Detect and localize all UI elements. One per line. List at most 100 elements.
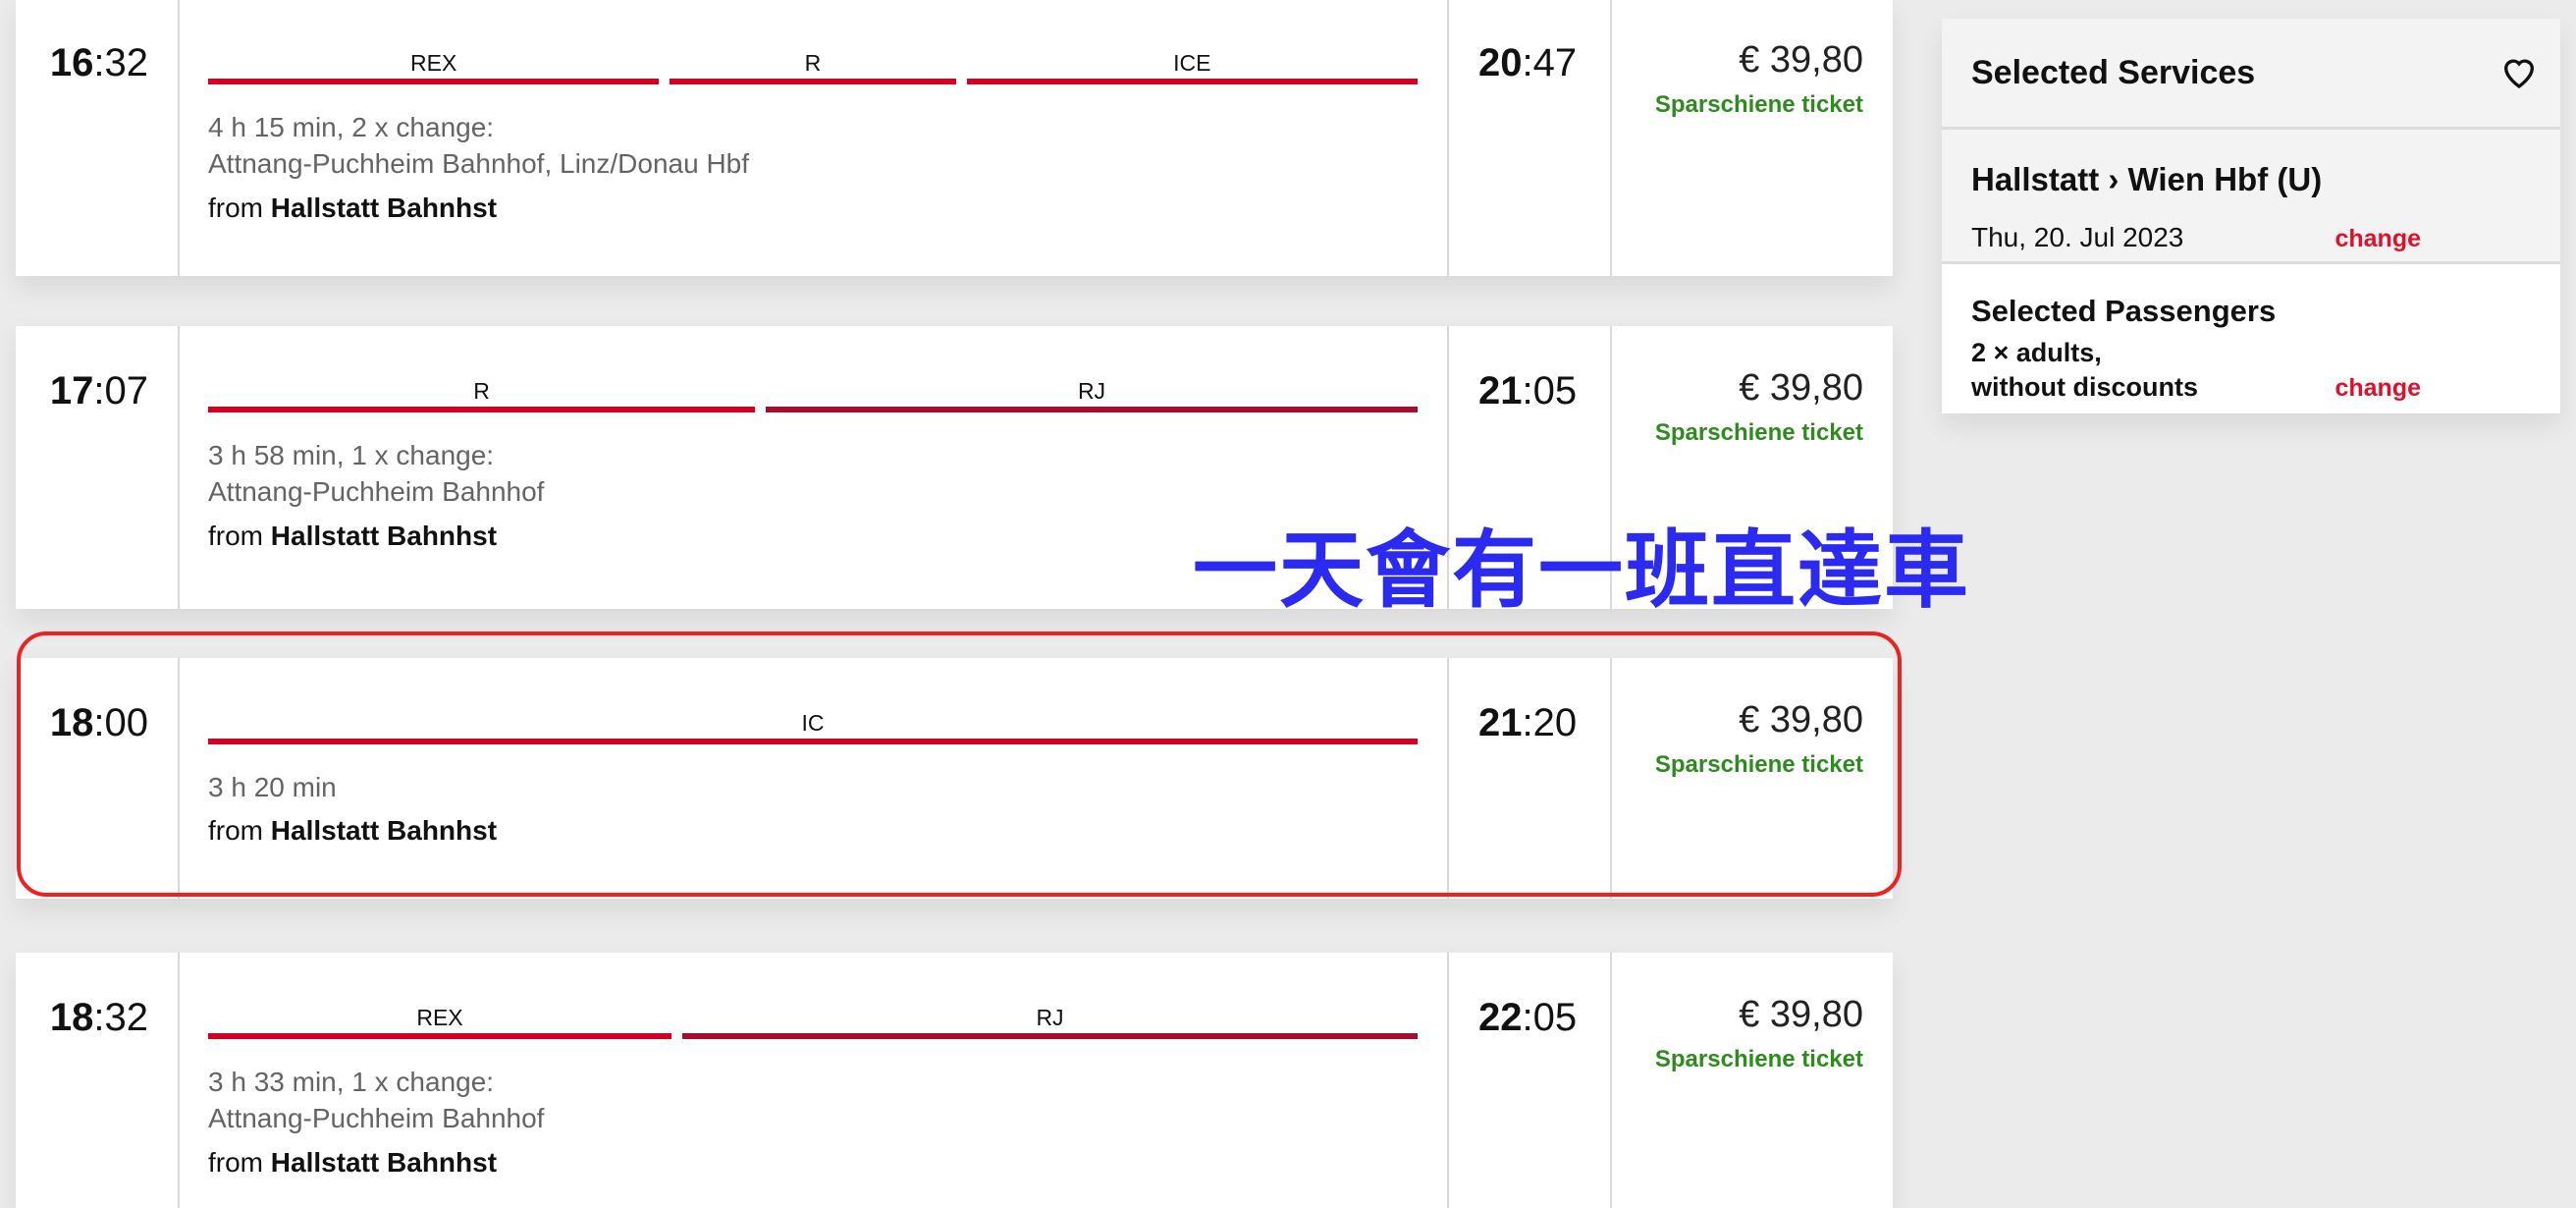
duration-text: 4 h 15 min, 2 x change: bbox=[208, 112, 495, 142]
duration-text: 3 h 20 min bbox=[208, 772, 337, 802]
passengers-count: 2 × adults, bbox=[1971, 338, 2102, 367]
trip-info: 3 h 58 min, 1 x change: Attnang-Puchheim… bbox=[208, 437, 544, 510]
change-stations: Attnang-Puchheim Bahnhof, Linz/Donau Hbf bbox=[208, 148, 750, 179]
train-type-label: REX bbox=[416, 1005, 463, 1030]
trip-info: 3 h 20 min bbox=[208, 769, 337, 805]
heart-icon[interactable] bbox=[2499, 52, 2539, 91]
panel-title: Selected Services bbox=[1971, 54, 2256, 91]
arrival-time: 21:20 bbox=[1478, 701, 1577, 745]
departure-station: from Hallstatt Bahnhst bbox=[208, 521, 497, 552]
departure-minute: :00 bbox=[93, 701, 148, 744]
arrival-column: 20:47 bbox=[1447, 0, 1612, 276]
passengers-section: Selected Passengers 2 × adults, without … bbox=[1942, 264, 2560, 413]
price: € 39,80 bbox=[1739, 994, 1863, 1035]
departure-minute: :32 bbox=[93, 996, 148, 1039]
train-type-label: R bbox=[473, 378, 490, 404]
from-prefix: from bbox=[208, 192, 263, 223]
change-passengers-link[interactable]: change bbox=[2334, 374, 2421, 403]
arrival-hour: 20 bbox=[1478, 41, 1523, 84]
station-name: Hallstatt Bahnhst bbox=[270, 1147, 498, 1178]
train-segment: RJ bbox=[766, 375, 1418, 412]
departure-time: 18:32 bbox=[50, 996, 148, 1040]
segment-bar bbox=[670, 79, 956, 84]
change-date-link[interactable]: change bbox=[2334, 225, 2421, 253]
annotation-text: 一天會有一班直達車 bbox=[1193, 521, 1970, 620]
segment-bar bbox=[208, 1033, 671, 1039]
train-type-label: ICE bbox=[1173, 50, 1211, 76]
trip-info: 3 h 33 min, 1 x change: Attnang-Puchheim… bbox=[208, 1064, 544, 1136]
panel-header: Selected Services bbox=[1942, 19, 2560, 130]
ticket-type: Sparschiene ticket bbox=[1654, 751, 1863, 778]
arrival-time: 21:05 bbox=[1478, 369, 1577, 413]
trip-info: 4 h 15 min, 2 x change: Attnang-Puchheim… bbox=[208, 109, 749, 182]
arrival-minute: :05 bbox=[1522, 369, 1578, 412]
train-type-label: RJ bbox=[1036, 1005, 1064, 1030]
departure-minute: :32 bbox=[93, 41, 148, 84]
duration-text: 3 h 33 min, 1 x change: bbox=[208, 1067, 495, 1097]
departure-column: 18:00 bbox=[16, 658, 180, 899]
train-segment: R bbox=[670, 47, 956, 84]
price-box[interactable]: € 39,80 Sparschiene ticket bbox=[1655, 994, 1863, 1073]
change-stations: Attnang-Puchheim Bahnhof bbox=[208, 1103, 545, 1133]
arrival-time: 22:05 bbox=[1478, 996, 1577, 1040]
passengers-discounts: without discounts bbox=[1971, 372, 2198, 402]
departure-station: from Hallstatt Bahnhst bbox=[208, 815, 497, 847]
departure-station: from Hallstatt Bahnhst bbox=[208, 1147, 497, 1179]
segment-bar bbox=[208, 739, 1418, 744]
train-segments: IC bbox=[208, 707, 1418, 744]
change-stations: Attnang-Puchheim Bahnhof bbox=[208, 476, 545, 507]
departure-station: from Hallstatt Bahnhst bbox=[208, 192, 497, 224]
departure-time: 18:00 bbox=[50, 701, 148, 745]
departure-hour: 16 bbox=[49, 41, 94, 84]
departure-column: 16:32 bbox=[16, 0, 180, 276]
train-segments: R RJ bbox=[208, 375, 1418, 412]
departure-hour: 18 bbox=[49, 701, 94, 744]
arrival-column: 22:05 bbox=[1447, 953, 1612, 1208]
selected-services-panel: Selected Services Hallstatt › Wien Hbf (… bbox=[1942, 19, 2560, 413]
price-box[interactable]: € 39,80 Sparschiene ticket bbox=[1655, 39, 1863, 119]
station-name: Hallstatt Bahnhst bbox=[270, 521, 498, 551]
price: € 39,80 bbox=[1739, 39, 1863, 81]
train-type-label: IC bbox=[801, 710, 825, 736]
station-name: Hallstatt Bahnhst bbox=[270, 815, 498, 846]
price: € 39,80 bbox=[1739, 699, 1863, 741]
connection-card[interactable]: 16:32 REX R ICE 4 h 15 min, 2 x change: … bbox=[16, 0, 1893, 276]
arrival-minute: :47 bbox=[1522, 41, 1578, 84]
from-prefix: from bbox=[208, 1147, 263, 1178]
departure-hour: 17 bbox=[49, 369, 94, 412]
ticket-type: Sparschiene ticket bbox=[1654, 1046, 1863, 1072]
departure-time: 17:07 bbox=[50, 369, 148, 413]
arrival-minute: :20 bbox=[1522, 701, 1578, 744]
price: € 39,80 bbox=[1739, 367, 1863, 409]
from-prefix: from bbox=[208, 815, 263, 846]
arrival-hour: 21 bbox=[1478, 369, 1523, 412]
train-segment: IC bbox=[208, 707, 1418, 744]
segment-bar bbox=[208, 79, 660, 84]
train-segments: REX RJ bbox=[208, 1002, 1418, 1039]
train-segment: REX bbox=[208, 47, 660, 84]
route-section: Hallstatt › Wien Hbf (U) Thu, 20. Jul 20… bbox=[1942, 130, 2560, 264]
train-type-label: R bbox=[804, 50, 822, 76]
departure-time: 16:32 bbox=[50, 41, 148, 85]
departure-column: 18:32 bbox=[16, 953, 180, 1208]
departure-minute: :07 bbox=[93, 369, 148, 412]
arrival-column: 21:20 bbox=[1447, 658, 1612, 899]
from-prefix: from bbox=[208, 521, 263, 551]
train-type-label: RJ bbox=[1077, 378, 1106, 404]
price-box[interactable]: € 39,80 Sparschiene ticket bbox=[1655, 367, 1863, 447]
travel-date: Thu, 20. Jul 2023 bbox=[1971, 222, 2184, 252]
segment-bar bbox=[766, 407, 1418, 412]
segment-bar bbox=[682, 1033, 1418, 1039]
train-segment: R bbox=[208, 375, 755, 412]
segment-bar bbox=[966, 79, 1418, 84]
segment-bar bbox=[208, 407, 755, 412]
connection-card[interactable]: 18:32 REX RJ 3 h 33 min, 1 x change: Att… bbox=[16, 953, 1893, 1208]
arrival-hour: 22 bbox=[1478, 996, 1523, 1039]
connection-card[interactable]: 18:00 IC 3 h 20 min from Hallstatt Bahnh… bbox=[16, 658, 1893, 899]
station-name: Hallstatt Bahnhst bbox=[270, 192, 498, 223]
price-box[interactable]: € 39,80 Sparschiene ticket bbox=[1655, 699, 1863, 779]
arrival-hour: 21 bbox=[1478, 701, 1523, 744]
departure-hour: 18 bbox=[49, 996, 94, 1039]
train-segment: ICE bbox=[966, 47, 1418, 84]
train-type-label: REX bbox=[410, 50, 457, 76]
